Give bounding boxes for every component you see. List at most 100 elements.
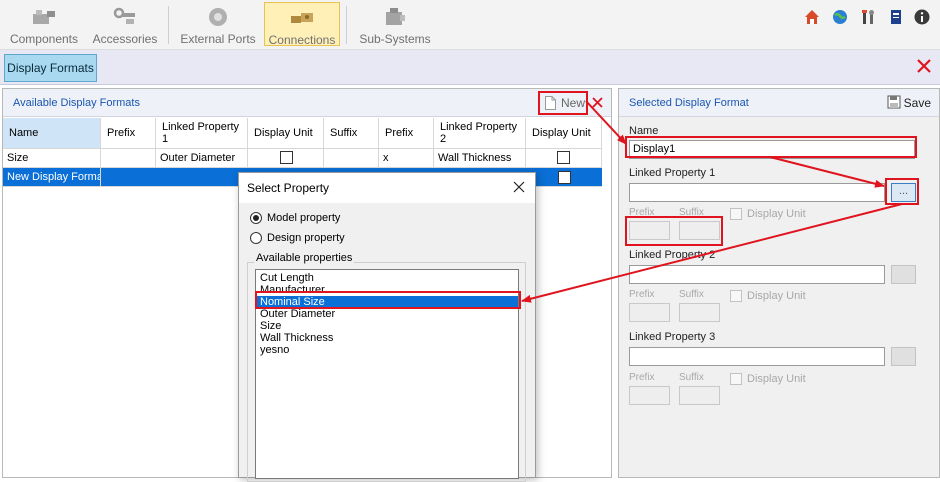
suffix-input[interactable] <box>679 386 720 405</box>
display-unit-checkbox[interactable] <box>280 151 293 164</box>
cell-display-unit[interactable] <box>248 149 324 168</box>
close-icon[interactable] <box>513 181 525 193</box>
prefix-input[interactable] <box>629 386 670 405</box>
suffix-input[interactable] <box>679 303 720 322</box>
display-unit-label: Display Unit <box>747 290 806 302</box>
linked-property-1-label: Linked Property 1 <box>629 167 716 179</box>
name-input[interactable]: Display1 <box>629 140 915 159</box>
toolbar-label: Components <box>9 32 79 46</box>
design-property-radio[interactable] <box>250 232 262 244</box>
cell-linked-property-1[interactable]: Outer Diameter <box>156 149 248 168</box>
panel-header: Selected Display Format Save <box>619 89 939 117</box>
cell-linked-property-2[interactable]: Wall Thickness <box>434 149 526 168</box>
cell-prefix[interactable] <box>101 149 156 168</box>
design-property-label: Design property <box>267 232 345 244</box>
display-unit-label: Display Unit <box>747 373 806 385</box>
column-header-label: Name <box>9 127 39 139</box>
external-ports-icon <box>209 8 227 26</box>
selected-format-panel: Selected Display Format Save Name Displa… <box>618 88 940 478</box>
toolbar-accessories-button[interactable]: Accessories <box>88 2 162 46</box>
column-header-label: Prefix <box>385 127 414 139</box>
model-property-radio[interactable] <box>250 212 262 224</box>
display-unit-checkbox[interactable] <box>730 208 742 220</box>
available-properties-label: Available properties <box>254 252 355 264</box>
list-item[interactable]: yesno <box>256 344 518 356</box>
list-item[interactable]: Outer Diameter <box>256 308 518 320</box>
display-unit-checkbox[interactable] <box>558 171 571 184</box>
list-item[interactable]: Wall Thickness <box>256 332 518 344</box>
column-header-display-unit-2[interactable]: Display Unit <box>526 118 602 149</box>
linked-property-3-input[interactable] <box>629 347 885 366</box>
display-unit-label: Display Unit <box>747 208 806 220</box>
tab-display-formats[interactable]: Display Formats <box>4 54 97 82</box>
linked-property-2-input[interactable] <box>629 265 885 284</box>
new-button-label: New <box>561 96 586 110</box>
prefix-label: Prefix <box>629 372 655 383</box>
toolbar-external-ports-button[interactable]: External Ports <box>178 2 258 46</box>
linked-property-2-label: Linked Property 2 <box>629 249 716 261</box>
dialog-body: Model property Design property Available… <box>239 203 535 482</box>
cell-prefix-2[interactable]: x <box>379 149 434 168</box>
list-item[interactable]: Size <box>256 320 518 332</box>
panel-header: Available Display Formats New <box>3 89 611 117</box>
suffix-label: Suffix <box>679 289 704 300</box>
dialog-title: Select Property <box>247 181 330 195</box>
linked-property-2-browse-button[interactable] <box>891 265 916 284</box>
toolbar-label: Sub-Systems <box>359 32 431 46</box>
linked-property-3-label: Linked Property 3 <box>629 331 716 343</box>
toolbar-sub-systems-button[interactable]: Sub-Systems <box>356 2 434 46</box>
toolbar-separator <box>168 6 169 44</box>
main-toolbar: Components Accessories External Ports Co… <box>0 0 940 50</box>
grid-filler <box>602 118 611 187</box>
suffix-input[interactable] <box>679 221 720 240</box>
cell-name[interactable]: New Display Format <box>3 168 101 187</box>
list-item[interactable]: Cut Length <box>256 272 518 284</box>
suffix-label: Suffix <box>679 372 704 383</box>
column-header-label: Prefix <box>107 127 136 139</box>
globe-icon[interactable] <box>832 9 848 25</box>
display-unit-checkbox[interactable] <box>730 373 742 385</box>
save-button-label: Save <box>903 96 931 110</box>
save-button[interactable]: Save <box>887 95 931 110</box>
display-unit-checkbox[interactable] <box>730 290 742 302</box>
list-item[interactable]: Manufacturer <box>256 284 518 296</box>
toolbar-components-button[interactable]: Components <box>5 2 83 46</box>
panel-title: Selected Display Format <box>629 97 749 109</box>
cell-display-unit-2[interactable] <box>526 149 602 168</box>
column-header-prefix-2[interactable]: Prefix <box>379 118 434 149</box>
column-header-prefix[interactable]: Prefix <box>101 118 156 149</box>
prefix-input[interactable] <box>629 303 670 322</box>
close-icon[interactable] <box>916 58 932 74</box>
model-property-label: Model property <box>267 212 341 224</box>
available-properties-list[interactable]: Cut Length Manufacturer Nominal Size Out… <box>255 269 519 479</box>
linked-property-1-browse-button[interactable]: ... <box>891 183 916 202</box>
connections-icon <box>291 13 313 23</box>
tab-strip: Display Formats <box>0 50 940 85</box>
toolbar-connections-button[interactable]: Connections <box>264 2 340 47</box>
linked-property-1-input[interactable] <box>629 183 885 202</box>
column-header-linked-property-2[interactable]: Linked Property 2 <box>434 118 526 149</box>
column-header-label: Display Unit <box>532 127 591 139</box>
new-button[interactable]: New <box>538 91 588 115</box>
cell-name[interactable]: Size <box>3 149 101 168</box>
column-header-display-unit[interactable]: Display Unit <box>248 118 324 149</box>
delete-icon[interactable] <box>592 97 603 108</box>
tools-icon[interactable] <box>860 9 876 25</box>
accessories-icon <box>113 7 135 24</box>
column-header-suffix[interactable]: Suffix <box>324 118 379 149</box>
prefix-input[interactable] <box>629 221 670 240</box>
column-header-name[interactable]: Name <box>3 118 101 149</box>
column-header-label: Display Unit <box>254 127 313 139</box>
list-item-selected[interactable]: Nominal Size <box>256 296 518 308</box>
cell-suffix[interactable] <box>324 149 379 168</box>
prefix-label: Prefix <box>629 207 655 218</box>
linked-property-3-browse-button[interactable] <box>891 347 916 366</box>
new-document-icon <box>545 96 556 110</box>
info-icon[interactable] <box>914 9 930 25</box>
display-unit-checkbox[interactable] <box>557 151 570 164</box>
home-icon[interactable] <box>804 9 820 25</box>
book-icon[interactable] <box>888 9 904 25</box>
toolbar-label: Accessories <box>92 32 158 46</box>
column-header-linked-property-1[interactable]: Linked Property 1 <box>156 118 248 149</box>
components-icon <box>33 10 55 24</box>
